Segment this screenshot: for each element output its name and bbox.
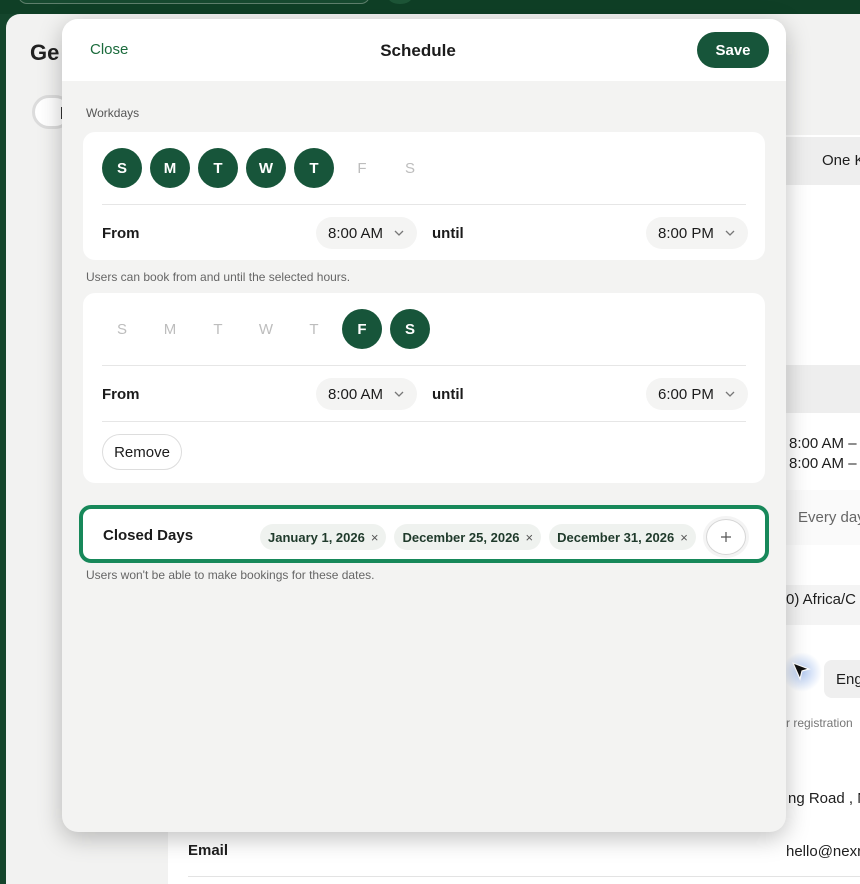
date-chip: December 31, 2026 × <box>549 524 696 550</box>
closed-days-label: Closed Days <box>103 527 194 544</box>
day-toggle-sun[interactable]: S <box>102 309 142 349</box>
day-toggle-sun[interactable]: S <box>102 148 142 188</box>
day-toggle-fri[interactable]: F <box>342 148 382 188</box>
day-toggle-thu[interactable]: T <box>294 309 334 349</box>
plus-icon <box>720 532 731 542</box>
day-toggle-thu[interactable]: T <box>294 148 334 188</box>
from-label: From <box>102 225 140 242</box>
divider <box>102 204 746 205</box>
hours-helper-text: Users can book from and until the select… <box>86 270 351 284</box>
remove-date-icon[interactable]: × <box>371 530 379 545</box>
registration-note: r registration <box>786 716 853 730</box>
hours-value: 8:00 AM – <box>789 435 857 452</box>
modal-title: Schedule <box>380 41 456 60</box>
divider <box>102 421 746 422</box>
date-chip: January 1, 2026 × <box>260 524 387 550</box>
until-time-select[interactable]: 6:00 PM <box>646 378 748 410</box>
timezone-value[interactable]: 0) Africa/C <box>786 591 856 608</box>
app-search-bar[interactable] <box>18 0 370 4</box>
schedule-modal: Close Schedule Save Workdays S M T W T F… <box>62 19 786 832</box>
from-time-value: 8:00 AM <box>328 385 384 403</box>
date-chip-label: December 31, 2026 <box>557 529 675 545</box>
language-value: Eng <box>836 671 860 688</box>
schedule-card-2: S M T W T F S From 8:00 AM until 6:00 PM… <box>83 293 765 483</box>
mouse-cursor <box>782 652 822 692</box>
workdays-label: Workdays <box>86 106 140 120</box>
date-chip-label: December 25, 2026 <box>402 529 520 545</box>
email-value: hello@nexr <box>786 843 860 860</box>
day-toggle-sat[interactable]: S <box>390 309 430 349</box>
chevron-down-icon <box>725 230 735 236</box>
until-time-value: 8:00 PM <box>658 224 714 242</box>
remove-date-icon[interactable]: × <box>680 530 688 545</box>
chevron-down-icon <box>394 391 404 397</box>
date-chip: December 25, 2026 × <box>394 524 542 550</box>
until-label: until <box>432 225 464 242</box>
day-toggle-sat[interactable]: S <box>390 148 430 188</box>
until-time-value: 6:00 PM <box>658 385 714 403</box>
date-chip-label: January 1, 2026 <box>268 529 365 545</box>
address-value: ng Road , N <box>788 790 860 807</box>
day-toggle-mon[interactable]: M <box>150 148 190 188</box>
day-toggle-fri[interactable]: F <box>342 309 382 349</box>
page-title: Ge <box>30 40 60 65</box>
weekday-selector: S M T W T F S <box>102 309 430 349</box>
chevron-down-icon <box>394 230 404 236</box>
day-toggle-mon[interactable]: M <box>150 309 190 349</box>
remove-date-icon[interactable]: × <box>526 530 534 545</box>
day-toggle-tue[interactable]: T <box>198 309 238 349</box>
until-label: until <box>432 386 464 403</box>
closed-days-summary: Every day <box>798 509 860 526</box>
until-time-select[interactable]: 8:00 PM <box>646 217 748 249</box>
closed-days-field: Closed Days January 1, 2026 × December 2… <box>79 505 769 563</box>
modal-header: Close Schedule Save <box>62 19 786 81</box>
day-toggle-tue[interactable]: T <box>198 148 238 188</box>
day-toggle-wed[interactable]: W <box>246 309 286 349</box>
divider <box>102 365 746 366</box>
day-toggle-wed[interactable]: W <box>246 148 286 188</box>
settings-value: One K <box>822 152 860 169</box>
from-time-select[interactable]: 8:00 AM <box>316 217 418 249</box>
chevron-down-icon <box>725 391 735 397</box>
email-label: Email <box>188 842 229 859</box>
from-time-value: 8:00 AM <box>328 224 384 242</box>
remove-schedule-button[interactable]: Remove <box>102 434 182 470</box>
settings-row-bg <box>786 365 860 413</box>
hours-value: 8:00 AM – <box>789 455 857 472</box>
divider <box>188 876 860 877</box>
schedule-card-1: S M T W T F S From 8:00 AM until 8:00 PM <box>83 132 765 260</box>
save-button[interactable]: Save <box>697 32 769 68</box>
add-date-button[interactable] <box>705 519 746 555</box>
weekday-selector: S M T W T F S <box>102 148 430 188</box>
closed-days-helper-text: Users won't be able to make bookings for… <box>86 568 375 582</box>
from-label: From <box>102 386 140 403</box>
cursor-arrow-icon <box>791 661 811 681</box>
from-time-select[interactable]: 8:00 AM <box>316 378 418 410</box>
closed-days-chips: January 1, 2026 × December 25, 2026 × De… <box>260 519 746 555</box>
